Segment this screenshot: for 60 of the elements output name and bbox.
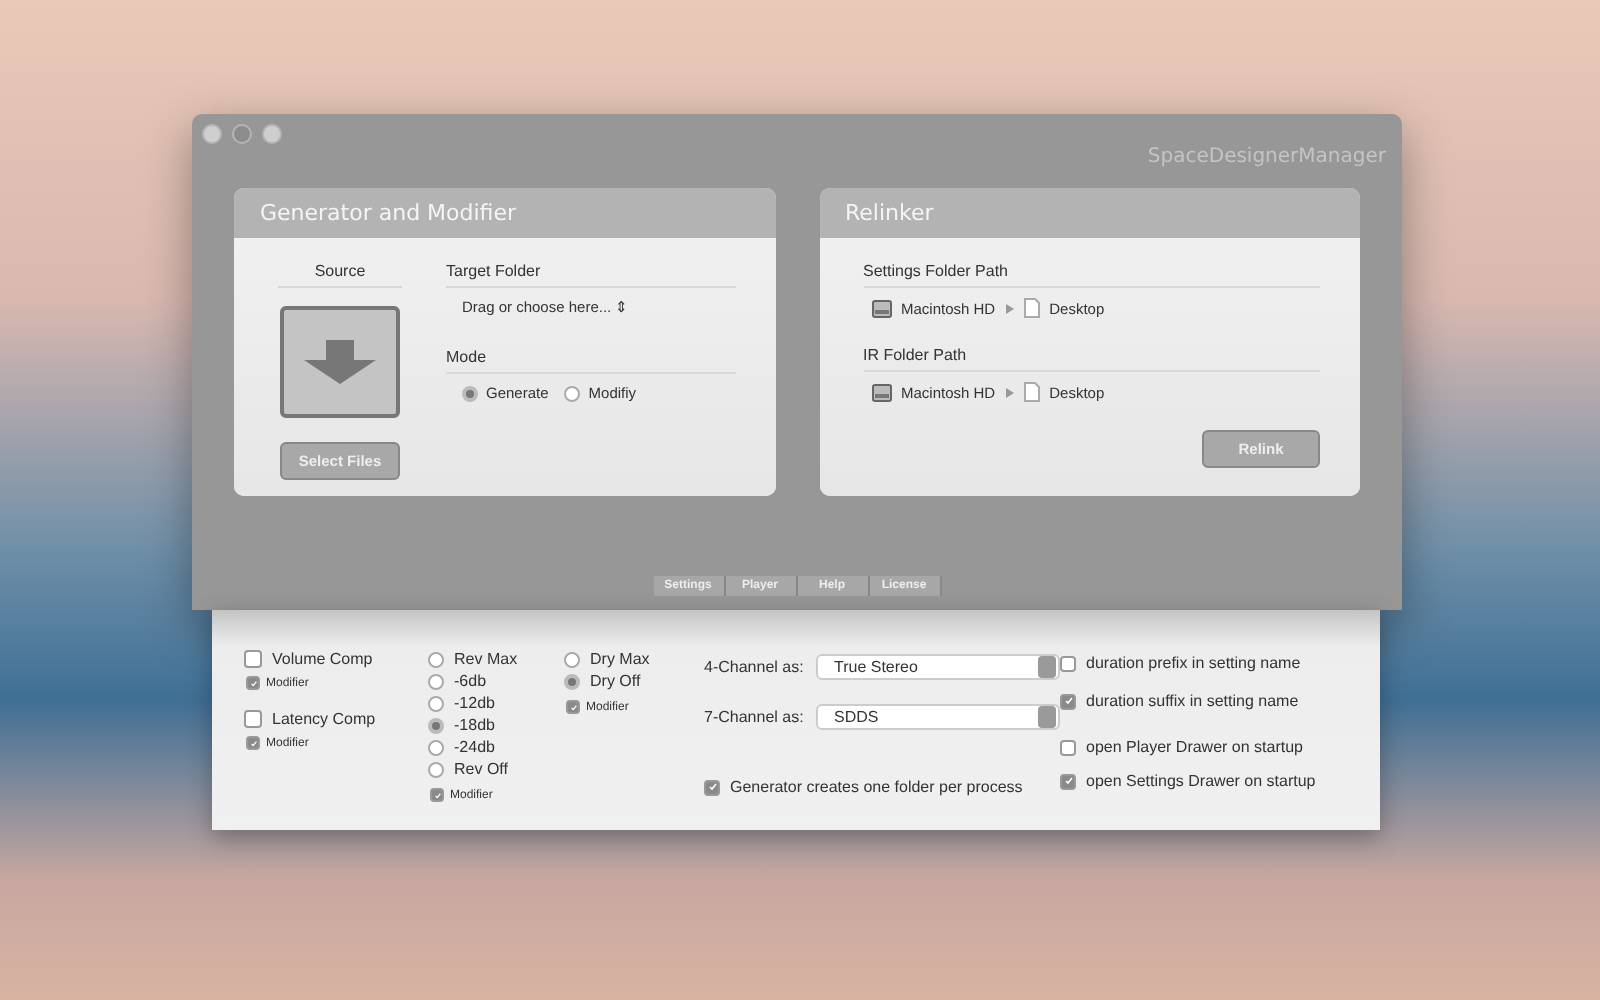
checkbox[interactable] bbox=[244, 710, 262, 728]
panel-title: Generator and Modifier bbox=[234, 188, 775, 238]
checkbox-label: duration suffix in setting name bbox=[1086, 692, 1299, 710]
checkbox[interactable] bbox=[704, 779, 720, 795]
checkbox-label: open Settings Drawer on startup bbox=[1086, 772, 1316, 790]
chevron-icon bbox=[1005, 387, 1014, 397]
select-label: 4-Channel as: bbox=[704, 658, 800, 676]
hard-drive-icon bbox=[871, 299, 891, 317]
radio-label: -18db bbox=[454, 716, 495, 734]
close-button[interactable] bbox=[202, 124, 222, 144]
checkbox-label: Latency Comp bbox=[272, 710, 376, 728]
radio-label: -12db bbox=[454, 694, 495, 712]
field-label: Target Folder bbox=[446, 262, 735, 288]
checkbox[interactable] bbox=[430, 788, 444, 802]
checkbox[interactable] bbox=[1060, 655, 1076, 671]
select-label: 7-Channel as: bbox=[704, 708, 800, 726]
document-icon bbox=[1023, 298, 1040, 318]
panel-title: Relinker bbox=[819, 188, 1360, 238]
checkbox[interactable] bbox=[1060, 693, 1076, 709]
checkbox-label: duration prefix in setting name bbox=[1086, 654, 1301, 672]
hard-drive-icon bbox=[871, 383, 891, 401]
radio-button[interactable] bbox=[428, 717, 444, 733]
radio-label: -6db bbox=[454, 672, 487, 690]
down-arrow-icon bbox=[304, 340, 376, 384]
minimize-button[interactable] bbox=[232, 124, 252, 144]
field-label: Source bbox=[278, 262, 402, 288]
radio-label: Dry Max bbox=[590, 650, 650, 668]
field-label: Mode bbox=[446, 348, 735, 374]
radio-label: Rev Off bbox=[454, 760, 508, 778]
drop-area[interactable] bbox=[280, 306, 400, 418]
radio-label: Rev Max bbox=[454, 650, 518, 668]
radio-button[interactable] bbox=[428, 695, 444, 711]
radio-button[interactable] bbox=[428, 739, 444, 755]
checkbox[interactable] bbox=[1060, 773, 1076, 789]
radio-button[interactable] bbox=[564, 651, 580, 667]
zoom-button[interactable] bbox=[262, 124, 282, 144]
checkbox[interactable] bbox=[244, 650, 262, 668]
checkbox[interactable] bbox=[1060, 739, 1076, 755]
radio-button[interactable] bbox=[428, 673, 444, 689]
checkbox[interactable] bbox=[246, 736, 260, 750]
checkbox-label: Volume Comp bbox=[272, 650, 373, 668]
radio-button[interactable] bbox=[564, 385, 581, 401]
checkbox[interactable] bbox=[246, 676, 260, 690]
stepper-icon bbox=[1038, 706, 1056, 728]
dropdown-select[interactable]: SDDS bbox=[816, 704, 1060, 730]
radio-button[interactable] bbox=[564, 673, 580, 689]
radio-button[interactable] bbox=[462, 385, 478, 401]
radio-button[interactable] bbox=[428, 761, 444, 777]
chevron-icon bbox=[1005, 303, 1014, 313]
radio-button[interactable] bbox=[428, 651, 444, 667]
stepper-icon bbox=[1038, 656, 1056, 678]
field-label: Settings Folder Path bbox=[863, 262, 1320, 288]
checkbox[interactable] bbox=[566, 700, 580, 714]
dropdown-select[interactable]: True Stereo bbox=[816, 654, 1060, 680]
radio-label: Dry Off bbox=[590, 672, 641, 690]
checkbox-label: open Player Drawer on startup bbox=[1086, 738, 1303, 756]
field-label: IR Folder Path bbox=[863, 346, 1320, 372]
radio-label: -24db bbox=[454, 738, 495, 756]
document-icon bbox=[1023, 382, 1040, 402]
checkbox-label: Generator creates one folder per process bbox=[730, 778, 1023, 796]
